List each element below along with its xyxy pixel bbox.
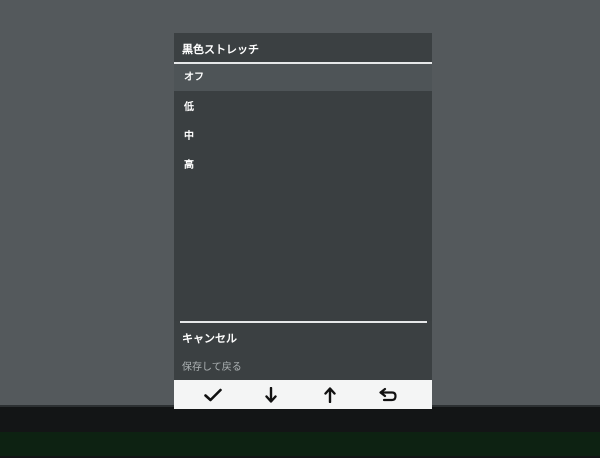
return-icon [379, 387, 397, 401]
cancel-option[interactable]: キャンセル [182, 330, 237, 346]
back-button[interactable] [359, 380, 417, 409]
option-high[interactable]: 高 [184, 156, 194, 171]
option-medium[interactable]: 中 [184, 127, 194, 142]
up-button[interactable] [301, 380, 359, 409]
save-and-return-option[interactable]: 保存して戻る [182, 358, 242, 373]
osd-menu: 黒色ストレッチ オフ 低 中 高 キャンセル 保存して戻る [174, 33, 432, 409]
menu-title: 黒色ストレッチ [182, 43, 259, 56]
button-bar [174, 380, 432, 409]
down-button[interactable] [242, 380, 300, 409]
section-divider [180, 321, 427, 323]
checkmark-icon [204, 388, 222, 401]
option-off[interactable]: オフ [174, 64, 432, 92]
arrow-up-icon [324, 386, 336, 403]
desk-surface [0, 432, 600, 456]
option-list: 低 中 高 [174, 91, 432, 321]
arrow-down-icon [265, 386, 277, 403]
option-off-label: オフ [184, 72, 204, 83]
option-low[interactable]: 低 [184, 98, 194, 113]
confirm-button[interactable] [184, 380, 242, 409]
